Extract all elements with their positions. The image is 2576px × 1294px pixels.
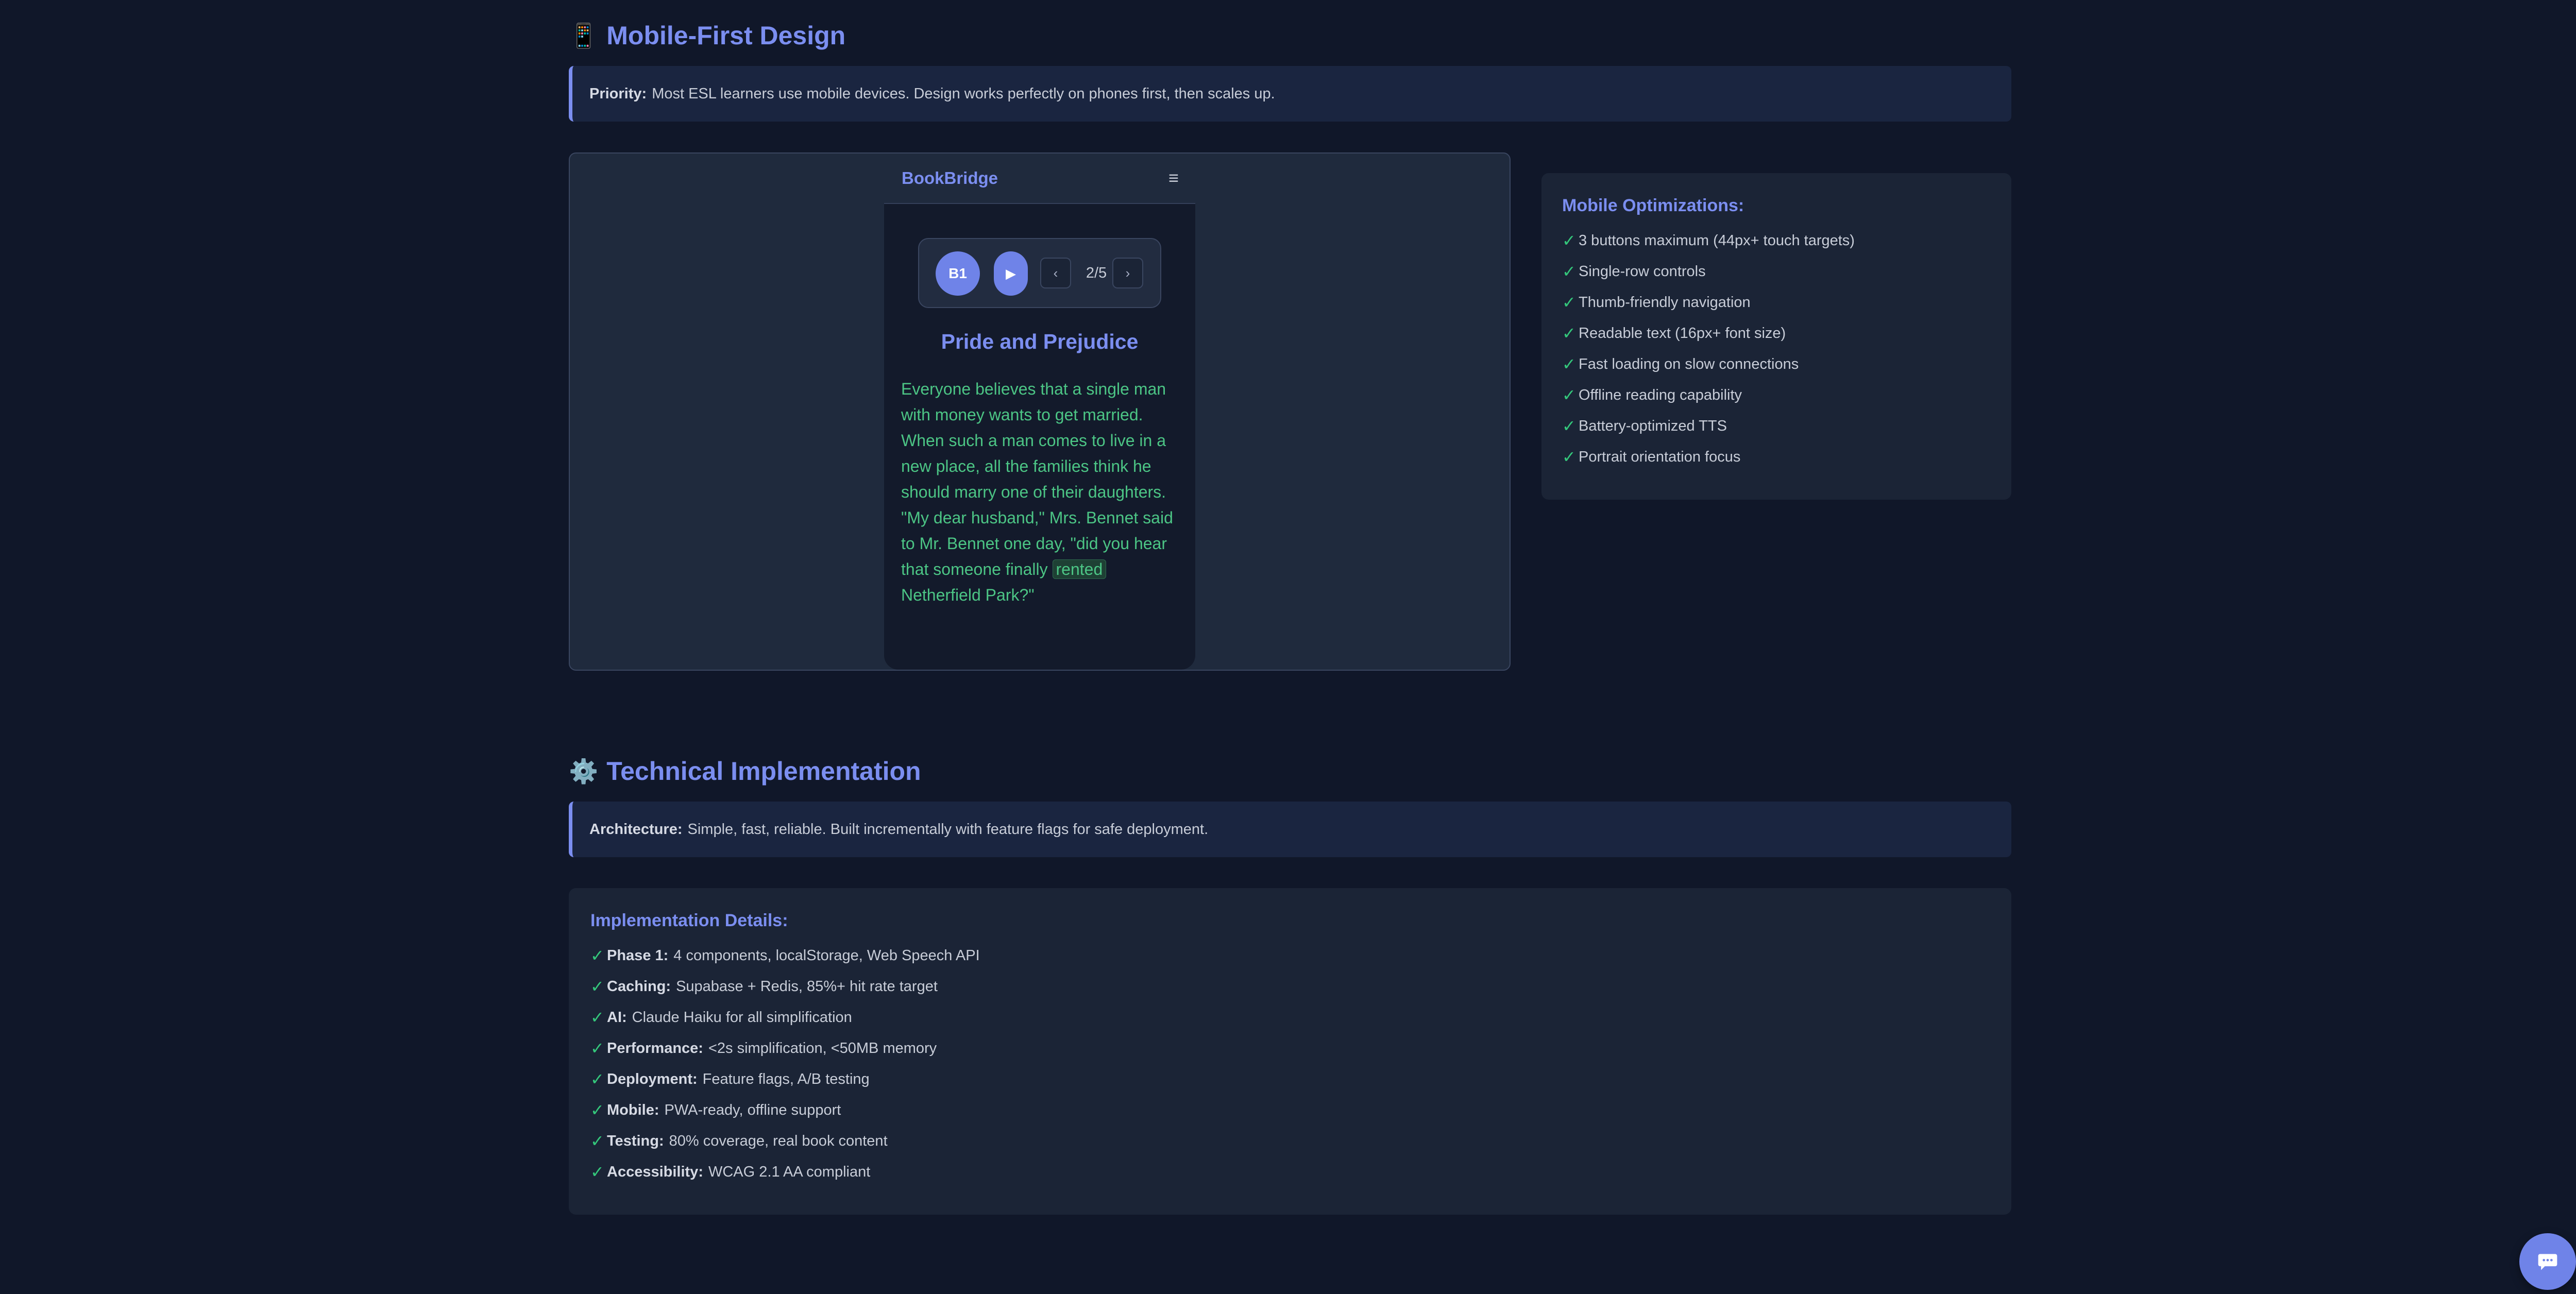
mobile-section-title: 📱 Mobile-First Design: [569, 23, 845, 48]
mobile-optimizations-title: Mobile Optimizations:: [1562, 196, 1744, 215]
implementation-details-panel: Implementation Details: ✓ Phase 1: 4 compo…: [569, 888, 2011, 1215]
list-item: ✓ 3 buttons maximum (44px+ touch targets): [1562, 225, 2011, 256]
check-icon: ✓: [590, 1132, 604, 1150]
list-item-text: Feature flags, A/B testing: [702, 1070, 870, 1087]
architecture-label: Architecture:: [589, 821, 683, 838]
previous-page-button[interactable]: ‹: [1040, 258, 1071, 288]
highlighted-word[interactable]: rented: [1052, 559, 1107, 579]
check-icon: ✓: [590, 1163, 604, 1181]
story-text: Everyone believes that a single man with…: [901, 376, 1190, 608]
check-icon: ✓: [1562, 417, 1576, 435]
menu-icon[interactable]: ≡: [1168, 168, 1179, 189]
list-item-text: Thumb-friendly navigation: [1579, 294, 1751, 311]
tech-section-title-text: Technical Implementation: [606, 757, 921, 786]
phone-header: BookBridge ≡: [884, 154, 1195, 204]
check-icon: ✓: [590, 1101, 604, 1119]
phone-mockup: BookBridge ≡ B1 ▶ ‹ 2/5 › Pride and Prej…: [884, 154, 1195, 670]
list-item-text: 80% coverage, real book content: [669, 1132, 888, 1149]
story-text-before: Everyone believes that a single man with…: [901, 380, 1173, 578]
implementation-details-title: Implementation Details:: [590, 911, 788, 930]
reader-controls: B1 ▶ ‹ 2/5 ›: [918, 238, 1161, 308]
list-item-label: Accessibility:: [607, 1163, 703, 1180]
chevron-left-icon: ‹: [1053, 265, 1058, 281]
list-item-text: Battery-optimized TTS: [1579, 417, 1727, 434]
check-icon: ✓: [590, 1039, 604, 1058]
check-icon: ✓: [590, 1070, 604, 1088]
gear-icon: ⚙️: [569, 758, 599, 785]
list-item: ✓ Single-row controls: [1562, 256, 2011, 287]
list-item-text: Fast loading on slow connections: [1579, 355, 1799, 372]
tech-section-title: ⚙️ Technical Implementation: [569, 758, 921, 784]
check-icon: ✓: [590, 977, 604, 996]
list-item-text: PWA-ready, offline support: [664, 1101, 841, 1118]
architecture-text: Simple, fast, reliable. Built incrementa…: [687, 821, 1209, 838]
priority-label: Priority:: [589, 85, 647, 102]
page: 📱 Mobile-First Design Priority: Most ESL…: [0, 0, 2576, 1294]
play-button[interactable]: ▶: [994, 251, 1028, 296]
check-icon: ✓: [1562, 231, 1576, 250]
list-item-label: Mobile:: [607, 1101, 659, 1118]
architecture-callout: Architecture: Simple, fast, reliable. Bu…: [569, 802, 2011, 857]
priority-text: Most ESL learners use mobile devices. De…: [652, 85, 1275, 102]
list-item-text: Supabase + Redis, 85%+ hit rate target: [676, 978, 938, 995]
list-item-label: Performance:: [607, 1040, 703, 1057]
list-item: ✓ Portrait orientation focus: [1562, 441, 2011, 472]
check-icon: ✓: [1562, 324, 1576, 343]
level-button[interactable]: B1: [936, 251, 980, 296]
list-item-text: Offline reading capability: [1579, 386, 1742, 403]
check-icon: ✓: [590, 1008, 604, 1027]
next-page-button[interactable]: ›: [1112, 258, 1143, 288]
list-item: ✓ Testing: 80% coverage, real book content: [590, 1126, 2011, 1156]
list-item-text: Claude Haiku for all simplification: [632, 1009, 852, 1026]
chat-button[interactable]: [2519, 1233, 2576, 1290]
list-item-label: Phase 1:: [607, 947, 669, 964]
page-indicator: 2/5: [1086, 264, 1107, 281]
list-item: ✓ Readable text (16px+ font size): [1562, 318, 2011, 349]
list-item-text: Portrait orientation focus: [1579, 448, 1741, 465]
list-item-label: Caching:: [607, 978, 671, 995]
play-icon: ▶: [1006, 265, 1016, 281]
list-item: ✓ Deployment: Feature flags, A/B testing: [590, 1064, 2011, 1095]
list-item: ✓ Battery-optimized TTS: [1562, 411, 2011, 441]
check-icon: ✓: [1562, 386, 1576, 404]
check-icon: ✓: [1562, 262, 1576, 281]
chevron-right-icon: ›: [1125, 265, 1130, 281]
priority-callout: Priority: Most ESL learners use mobile d…: [569, 66, 2011, 122]
check-icon: ✓: [590, 946, 604, 965]
list-item: ✓ Accessibility: WCAG 2.1 AA compliant: [590, 1156, 2011, 1187]
chat-bubble-icon: [2538, 1254, 2557, 1270]
mobile-optimizations-panel: Mobile Optimizations: ✓ 3 buttons maximum…: [1541, 173, 2011, 500]
mobile-phone-icon: 📱: [569, 22, 599, 49]
list-item: ✓ Mobile: PWA-ready, offline support: [590, 1095, 2011, 1126]
story-text-after: Netherfield Park?": [901, 586, 1035, 604]
list-item-text: Single-row controls: [1579, 263, 1706, 280]
list-item-label: Testing:: [607, 1132, 664, 1149]
list-item-label: AI:: [607, 1009, 627, 1026]
implementation-details-list: ✓ Phase 1: 4 components, localStorage, Web…: [590, 940, 2011, 1187]
check-icon: ✓: [1562, 293, 1576, 312]
list-item: ✓ Phase 1: 4 components, localStorage, Web…: [590, 940, 2011, 971]
list-item: ✓ Performance: <2s simplification, <50MB m…: [590, 1033, 2011, 1064]
list-item-text: WCAG 2.1 AA compliant: [708, 1163, 871, 1180]
list-item-text: <2s simplification, <50MB memory: [708, 1040, 937, 1057]
list-item: ✓ Offline reading capability: [1562, 380, 2011, 411]
mobile-section-title-text: Mobile-First Design: [606, 21, 846, 50]
check-icon: ✓: [1562, 448, 1576, 466]
check-icon: ✓: [1562, 355, 1576, 373]
list-item-text: 4 components, localStorage, Web Speech A…: [673, 947, 980, 964]
list-item-text: 3 buttons maximum (44px+ touch targets): [1579, 232, 1855, 249]
book-title: Pride and Prejudice: [941, 330, 1139, 353]
list-item: ✓ Caching: Supabase + Redis, 85%+ hit rate…: [590, 971, 2011, 1002]
list-item-text: Readable text (16px+ font size): [1579, 325, 1786, 342]
list-item-label: Deployment:: [607, 1070, 698, 1087]
brand-logo[interactable]: BookBridge: [902, 168, 998, 188]
list-item: ✓ Thumb-friendly navigation: [1562, 287, 2011, 318]
mobile-optimizations-list: ✓ 3 buttons maximum (44px+ touch targets)…: [1562, 225, 2011, 472]
list-item: ✓ AI: Claude Haiku for all simplification: [590, 1002, 2011, 1033]
list-item: ✓ Fast loading on slow connections: [1562, 349, 2011, 380]
